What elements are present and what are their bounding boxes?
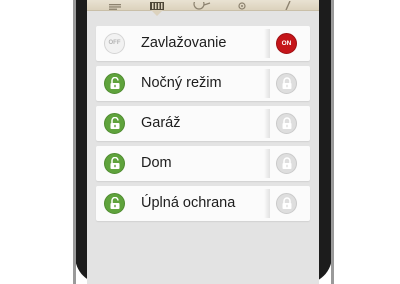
pen-icon — [285, 1, 291, 10]
lock-button[interactable] — [276, 113, 297, 134]
tab-keys[interactable] — [190, 0, 214, 10]
list-item-nocny-rezim[interactable]: Nočný režim — [96, 66, 310, 101]
tab-location[interactable] — [230, 0, 254, 10]
lock-button[interactable] — [276, 153, 297, 174]
menu-icon — [109, 4, 121, 10]
divider — [264, 29, 270, 58]
unlock-button[interactable] — [104, 113, 125, 134]
list-item-label: Dom — [141, 155, 172, 171]
tab-menu[interactable] — [103, 0, 127, 10]
unlocked-padlock-icon — [110, 117, 120, 129]
tab-edit[interactable] — [276, 0, 300, 10]
divider — [264, 69, 270, 98]
unlock-button[interactable] — [104, 153, 125, 174]
unlock-button[interactable] — [104, 73, 125, 94]
list-item-zavlazovanie[interactable]: OFF Zavlažovanie ON — [96, 26, 310, 61]
building-icon — [150, 2, 164, 10]
location-pin-icon — [238, 2, 246, 10]
tab-bar — [87, 0, 319, 11]
unlocked-padlock-icon — [110, 77, 120, 89]
unlock-button[interactable] — [104, 193, 125, 214]
on-toggle[interactable]: ON — [276, 33, 297, 54]
active-tab-pointer — [151, 10, 163, 16]
list-item-garaz[interactable]: Garáž — [96, 106, 310, 141]
list-item-uplna-ochrana[interactable]: Úplná ochrana — [96, 186, 310, 221]
lock-button[interactable] — [276, 193, 297, 214]
unlocked-padlock-icon — [110, 157, 120, 169]
locked-padlock-icon — [282, 197, 292, 209]
off-toggle[interactable]: OFF — [104, 33, 125, 54]
list-item-label: Úplná ochrana — [141, 195, 236, 211]
tab-objects[interactable] — [145, 0, 169, 10]
app-screen: OFF Zavlažovanie ON Nočný režim Garáž Do… — [87, 0, 319, 284]
list-item-label: Nočný režim — [141, 75, 222, 91]
divider — [264, 109, 270, 138]
locked-padlock-icon — [282, 77, 292, 89]
section-list: OFF Zavlažovanie ON Nočný režim Garáž Do… — [96, 26, 310, 226]
list-item-label: Garáž — [141, 115, 181, 131]
unlocked-padlock-icon — [110, 197, 120, 209]
divider — [264, 149, 270, 178]
key-icon — [193, 2, 211, 10]
list-item-label: Zavlažovanie — [141, 35, 227, 51]
locked-padlock-icon — [282, 157, 292, 169]
lock-button[interactable] — [276, 73, 297, 94]
divider — [264, 189, 270, 218]
locked-padlock-icon — [282, 117, 292, 129]
list-item-dom[interactable]: Dom — [96, 146, 310, 181]
